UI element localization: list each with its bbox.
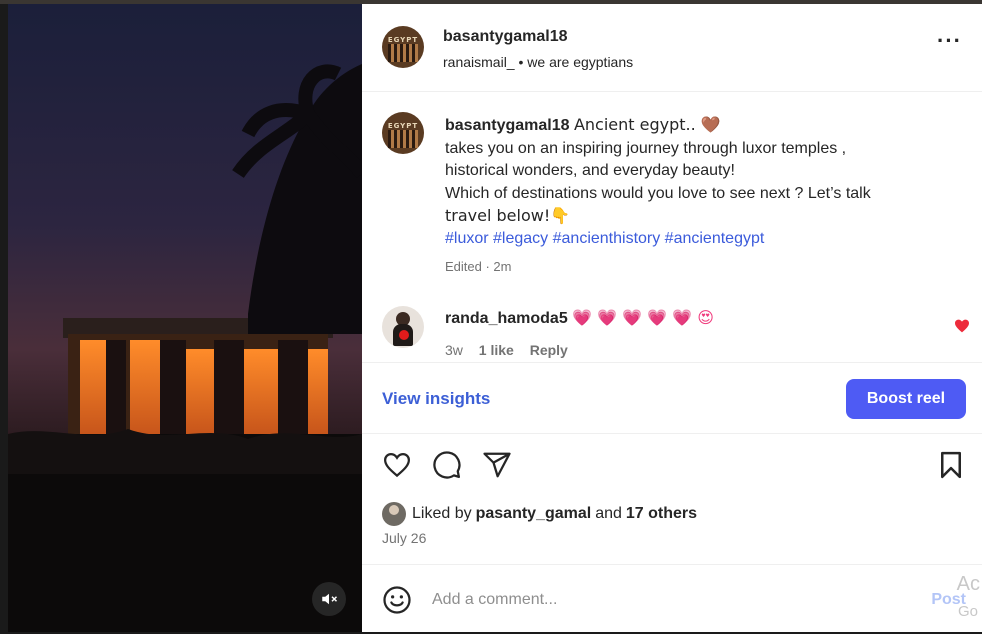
mute-button[interactable]: [312, 582, 346, 616]
comment: randa_hamoda5 💗 💗 💗 💗 💗 😍: [445, 308, 714, 328]
audio-user[interactable]: ranaismail_: [443, 54, 515, 70]
save-bookmark-icon[interactable]: [936, 450, 966, 480]
comment-time: 3w: [445, 342, 463, 358]
action-bar: [362, 450, 982, 482]
audio-separator: •: [518, 54, 524, 70]
liked-by: Liked by pasanty_gamal and 17 others: [382, 502, 701, 526]
post-details-panel: EGYPT basantygamal18 ranaismail_ • we ar…: [362, 4, 982, 632]
luxor-temple-image: [8, 4, 362, 632]
author-username[interactable]: basantygamal18: [443, 28, 568, 46]
overlay-text-1: Ac: [956, 573, 980, 595]
caption-line-4: Which of destinations would you love to …: [445, 184, 871, 202]
insights-row: View insights Boost reel: [362, 362, 982, 434]
likes-others-link[interactable]: 17 others: [626, 505, 697, 523]
avatar-text: EGYPT: [387, 36, 419, 44]
commenter-heart-prop: [399, 330, 409, 340]
liker-username[interactable]: pasanty_gamal: [476, 505, 592, 523]
post-date: July 26: [382, 530, 427, 546]
avatar-columns-graphic: [388, 44, 418, 62]
muted-speaker-icon: [322, 593, 338, 605]
liked-by-and: and: [595, 505, 622, 522]
share-send-icon[interactable]: [482, 450, 512, 480]
author-avatar[interactable]: EGYPT: [382, 26, 424, 68]
boost-reel-button[interactable]: Boost reel: [846, 379, 966, 419]
commenter-avatar[interactable]: [382, 306, 424, 348]
avatar-columns-graphic: [388, 130, 418, 148]
post-caption: basantygamal18 Ancient egypt.. 🤎 takes y…: [445, 114, 945, 279]
liker-avatar[interactable]: [382, 502, 406, 526]
post-modal: EGYPT basantygamal18 ranaismail_ • we ar…: [0, 0, 982, 634]
overlay-text-2: Go: [957, 603, 978, 620]
comment-text: 💗 💗 💗 💗 💗 😍: [572, 308, 714, 327]
more-options-button[interactable]: ···: [937, 30, 962, 52]
emoji-icon[interactable]: [382, 585, 412, 615]
add-comment-input[interactable]: Add a comment...: [432, 591, 557, 609]
comment-bubble-icon[interactable]: [432, 450, 462, 480]
caption-text-1: Ancient egypt.. 🤎: [573, 115, 721, 134]
like-heart-icon[interactable]: [382, 450, 412, 480]
caption-line-3: historical wonders, and everyday beauty!: [445, 162, 735, 179]
audio-info[interactable]: ranaismail_ • we are egyptians: [443, 54, 633, 70]
comment-likes[interactable]: 1 like: [479, 342, 514, 358]
comment-heart-icon[interactable]: [954, 319, 970, 333]
audio-title[interactable]: we are egyptians: [527, 54, 633, 70]
caption-avatar[interactable]: EGYPT: [382, 112, 424, 154]
caption-meta: Edited · 2m: [445, 259, 512, 274]
caption-line-1: basantygamal18 Ancient egypt.. 🤎: [445, 114, 945, 138]
caption-username[interactable]: basantygamal18: [445, 117, 570, 134]
caption-line-5: travel below!👇: [445, 206, 571, 225]
comment-reply-button[interactable]: Reply: [530, 342, 568, 358]
commenter-username[interactable]: randa_hamoda5: [445, 310, 568, 327]
more-options-icon: ···: [937, 28, 962, 53]
view-insights-link[interactable]: View insights: [382, 389, 490, 409]
caption-line-2: takes you on an inspiring journey throug…: [445, 139, 847, 157]
liked-by-prefix: Liked by: [412, 505, 472, 522]
reel-video[interactable]: [8, 4, 362, 632]
caption-hashtags[interactable]: #luxor #legacy #ancienthistory #anciente…: [445, 228, 945, 251]
avatar-text: EGYPT: [387, 122, 419, 130]
post-header: EGYPT basantygamal18 ranaismail_ • we ar…: [362, 4, 982, 92]
add-comment-row: Add a comment... Post Ac Go: [362, 564, 982, 632]
comment-meta: 3w 1 like Reply: [445, 342, 580, 358]
